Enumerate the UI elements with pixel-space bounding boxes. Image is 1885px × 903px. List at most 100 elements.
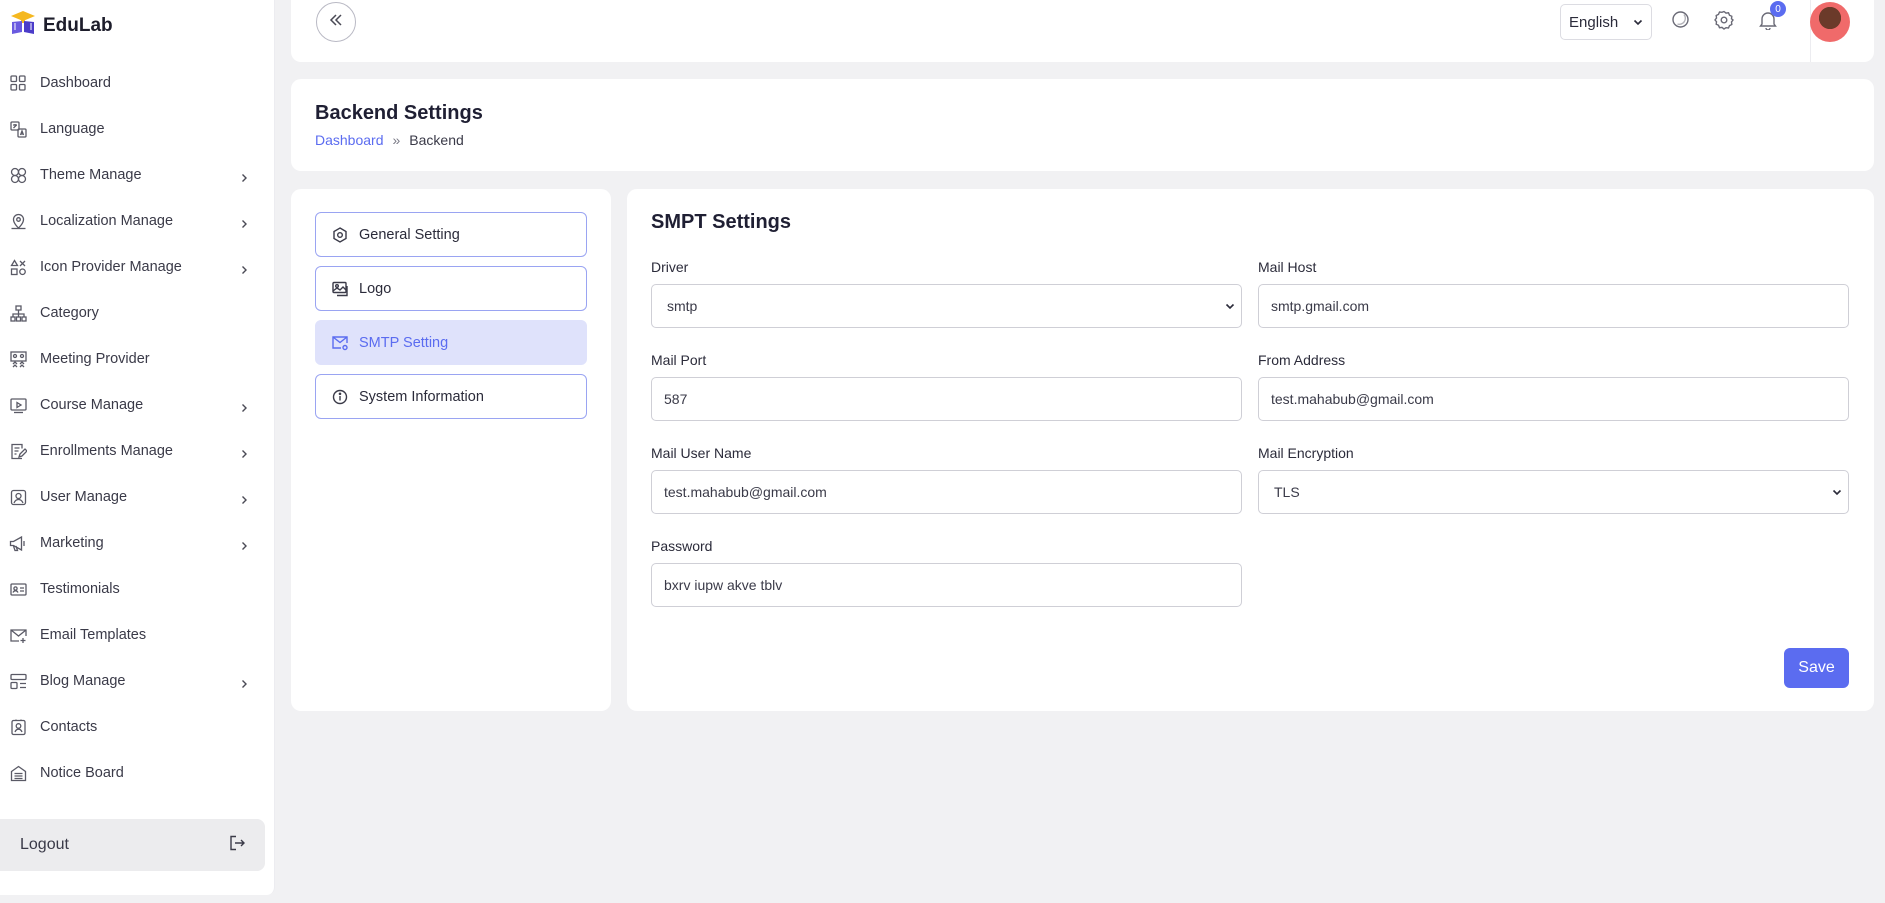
edit-note-icon (9, 442, 27, 460)
mail-user-name-input[interactable] (651, 470, 1242, 514)
sidebar-item-enrollments-manage[interactable]: Enrollments Manage (0, 428, 275, 474)
sidebar-item-blog-manage[interactable]: Blog Manage (0, 658, 275, 704)
sidebar-item-email-templates[interactable]: Email Templates (0, 612, 275, 658)
menu-item-label: System Information (359, 388, 484, 405)
sidebar-item-label: Marketing (40, 535, 104, 551)
menu-logo[interactable]: Logo (315, 266, 587, 311)
palette-icon (9, 166, 27, 184)
chevron-right-icon (239, 400, 249, 412)
mail-settings-icon (331, 334, 349, 352)
sidebar-item-meeting-provider[interactable]: Meeting Provider (0, 336, 275, 382)
chevron-down-icon (1225, 298, 1235, 314)
user-icon (9, 488, 27, 506)
form-title: SMPT Settings (651, 211, 792, 233)
sidebar-item-label: Language (40, 121, 105, 137)
mail-port-field: Mail Port (651, 352, 1242, 421)
breadcrumb-dashboard-link[interactable]: Dashboard (315, 132, 384, 148)
mail-plus-icon (9, 626, 27, 644)
chevron-right-icon (239, 446, 249, 458)
breadcrumb-separator: » (392, 132, 401, 148)
sidebar-item-label: Course Manage (40, 397, 144, 413)
brand[interactable]: EduLab (9, 10, 113, 41)
sidebar-item-notice-board[interactable]: Notice Board (0, 750, 275, 796)
menu-system-information[interactable]: System Information (315, 374, 587, 419)
logout-icon (229, 835, 245, 856)
sidebar-item-theme-manage[interactable]: Theme Manage (0, 152, 275, 198)
sidebar-item-label: Email Templates (40, 627, 147, 643)
sidebar-item-label: Contacts (40, 719, 98, 735)
settings-hex-icon (331, 226, 349, 244)
menu-item-label: General Setting (359, 226, 460, 243)
logout-button[interactable]: Logout (0, 819, 265, 871)
menu-item-label: SMTP Setting (359, 334, 449, 351)
sidebar-item-testimonials[interactable]: Testimonials (0, 566, 275, 612)
sidebar-item-marketing[interactable]: Marketing (0, 520, 275, 566)
from-address-field: From Address (1258, 352, 1849, 421)
sidebar-item-language[interactable]: Language (0, 106, 275, 152)
contact-icon (9, 718, 27, 736)
settings-button[interactable] (1713, 10, 1735, 35)
mail-host-input[interactable] (1258, 284, 1849, 328)
chevron-down-icon (1633, 14, 1643, 31)
settings-menu: General Setting Logo SMTP Setting System… (291, 189, 611, 711)
sidebar-item-label: Blog Manage (40, 673, 126, 689)
sidebar-item-label: Theme Manage (40, 167, 142, 183)
chevron-right-icon (239, 538, 249, 550)
sidebar-item-localization-manage[interactable]: Localization Manage (0, 198, 275, 244)
mail-host-field: Mail Host (1258, 259, 1849, 328)
sidebar-item-user-manage[interactable]: User Manage (0, 474, 275, 520)
sidebar-item-label: Icon Provider Manage (40, 259, 182, 275)
menu-smtp-setting[interactable]: SMTP Setting (315, 320, 587, 365)
chevron-right-icon (239, 262, 249, 274)
sidebar-item-contacts[interactable]: Contacts (0, 704, 275, 750)
sidebar-item-course-manage[interactable]: Course Manage (0, 382, 275, 428)
chevron-right-icon (239, 492, 249, 504)
shapes-icon (9, 258, 27, 276)
language-selected-value: English (1569, 13, 1619, 31)
blog-icon (9, 672, 27, 690)
language-select[interactable]: English (1560, 4, 1652, 40)
chevron-right-icon (239, 676, 249, 688)
save-button[interactable]: Save (1784, 648, 1849, 688)
collapse-sidebar-button[interactable] (316, 2, 356, 42)
video-play-icon (9, 396, 27, 414)
theme-toggle-button[interactable] (1669, 11, 1691, 33)
sidebar: EduLab Dashboard Language Theme Manage L… (0, 0, 275, 895)
sidebar-item-label: Dashboard (40, 75, 111, 91)
mail-encryption-field: Mail Encryption TLS (1258, 445, 1849, 514)
driver-select[interactable]: smtp (651, 284, 1242, 328)
password-label: Password (651, 538, 713, 554)
password-field: Password (651, 538, 1242, 607)
sidebar-item-dashboard[interactable]: Dashboard (0, 60, 275, 106)
id-card-icon (9, 580, 27, 598)
password-input[interactable] (651, 563, 1242, 607)
sidebar-item-icon-provider-manage[interactable]: Icon Provider Manage (0, 244, 275, 290)
menu-general-setting[interactable]: General Setting (315, 212, 587, 257)
meeting-icon (9, 350, 27, 368)
mail-encryption-select[interactable]: TLS (1258, 470, 1849, 514)
mail-port-input[interactable] (651, 377, 1242, 421)
sidebar-item-label: Localization Manage (40, 213, 174, 229)
from-address-input[interactable] (1258, 377, 1849, 421)
mail-user-name-field: Mail User Name (651, 445, 1242, 514)
sidebar-item-label: Notice Board (40, 765, 124, 781)
mail-host-label: Mail Host (1258, 259, 1317, 275)
mail-user-name-label: Mail User Name (651, 445, 752, 461)
page-header: Backend Settings Dashboard » Backend (291, 79, 1874, 171)
grid-icon (9, 74, 27, 92)
sidebar-item-category[interactable]: Category (0, 290, 275, 336)
chevron-right-icon (239, 170, 249, 182)
chevron-right-icon (239, 216, 249, 228)
image-icon (331, 280, 349, 298)
chevron-down-icon (1832, 484, 1842, 500)
brand-name: EduLab (43, 14, 113, 36)
sidebar-item-label: Meeting Provider (40, 351, 150, 367)
notice-icon (9, 764, 27, 782)
megaphone-icon (9, 534, 27, 552)
info-icon (331, 388, 349, 406)
gear-icon (1714, 10, 1734, 35)
user-avatar[interactable] (1810, 2, 1850, 42)
topbar-divider (1810, 0, 1811, 62)
hierarchy-icon (9, 304, 27, 322)
sidebar-item-label: Category (40, 305, 99, 321)
